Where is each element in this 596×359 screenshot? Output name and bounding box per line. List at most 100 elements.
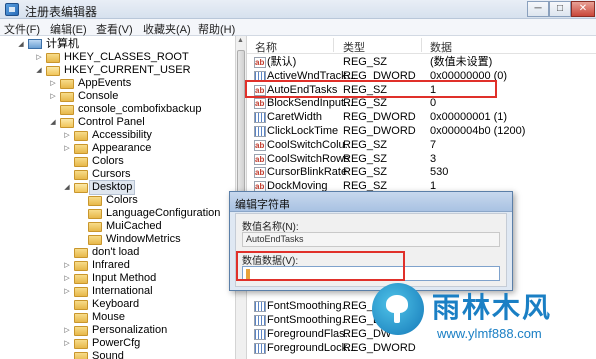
- folder-icon: [74, 131, 88, 141]
- value-type: REG_DWORD: [343, 125, 416, 137]
- tree-item-label: LanguageConfiguration: [106, 207, 221, 219]
- tree-item-label: WindowMetrics: [106, 233, 181, 245]
- value-type: REG_SZ: [343, 166, 388, 179]
- column-type[interactable]: 类型: [343, 39, 365, 55]
- expand-arrow-icon[interactable]: ▷: [48, 90, 58, 103]
- expand-arrow-icon[interactable]: ▷: [34, 51, 44, 64]
- folder-icon: [88, 196, 102, 206]
- dword-value-icon: [254, 301, 266, 312]
- menu-edit[interactable]: 编辑(E): [50, 21, 87, 37]
- value-name-label: 数值名称(N):: [242, 222, 299, 233]
- watermark-url: www.ylmf888.com: [437, 326, 542, 341]
- value-data: 530: [430, 166, 449, 179]
- value-data: 7: [430, 138, 437, 151]
- collapse-arrow-icon[interactable]: ◢: [16, 38, 26, 51]
- value-type: REG_DWORD: [343, 111, 416, 124]
- folder-icon: [88, 222, 102, 232]
- highlight-autoendtasks: [245, 80, 497, 98]
- value-type: REG_SZ: [343, 152, 388, 165]
- registry-tree[interactable]: ◢ 计算机 ▷ HKEY_CLASSES_ROOT ◢ HKEY_CURRENT_USER…: [0, 36, 235, 359]
- menu-view[interactable]: 查看(V): [96, 21, 133, 37]
- value-type: REG_SZ: [343, 56, 388, 68]
- value-row[interactable]: ClickLockTime REG_DWORD 0x000004b0 (1200): [247, 125, 596, 138]
- dword-value-icon: [254, 315, 266, 326]
- tree-item-label: HKEY_CURRENT_USER: [64, 64, 191, 76]
- value-type: REG_DWORD: [343, 342, 416, 354]
- regedit-icon: [5, 3, 19, 16]
- value-data: 0x000004b0 (1200): [430, 125, 526, 137]
- minimize-button[interactable]: ─: [527, 1, 549, 17]
- expand-arrow-icon[interactable]: ▷: [62, 272, 72, 285]
- column-data[interactable]: 数据: [430, 39, 452, 55]
- folder-icon: [46, 66, 60, 76]
- value-row[interactable]: CursorBlinkRateREG_SZ530: [247, 166, 596, 179]
- dword-value-icon: [254, 343, 266, 354]
- column-divider[interactable]: [421, 38, 422, 52]
- scroll-up-icon[interactable]: ▲: [237, 37, 244, 44]
- value-row[interactable]: BlockSendInput...REG_SZ0: [247, 97, 596, 110]
- column-name[interactable]: 名称: [255, 39, 277, 55]
- tree-item-label: Input Method: [92, 272, 157, 284]
- folder-icon: [60, 79, 74, 89]
- tree-item-label: MuiCached: [106, 220, 162, 232]
- tree-item-label: Console: [78, 90, 119, 102]
- menu-favorites[interactable]: 收藏夹(A): [143, 21, 191, 37]
- window-title: 注册表编辑器: [25, 5, 98, 19]
- expand-arrow-icon[interactable]: ▷: [62, 285, 72, 298]
- string-value-icon: [254, 153, 266, 166]
- value-row[interactable]: (默认)REG_SZ(数值未设置): [247, 56, 596, 69]
- tree-item-label: Accessibility: [92, 129, 152, 141]
- folder-icon: [60, 118, 74, 128]
- value-row[interactable]: ForegroundFlas... REG_DW: [247, 328, 596, 341]
- menu-help[interactable]: 帮助(H): [198, 21, 235, 37]
- expand-arrow-icon[interactable]: ▷: [48, 77, 58, 90]
- expand-arrow-icon[interactable]: ▷: [62, 259, 72, 272]
- folder-icon: [74, 170, 88, 180]
- collapse-arrow-icon[interactable]: ◢: [34, 64, 44, 77]
- tree-item-label: AppEvents: [78, 77, 132, 89]
- menu-file[interactable]: 文件(F): [4, 21, 40, 37]
- column-divider[interactable]: [333, 38, 334, 52]
- collapse-arrow-icon[interactable]: ◢: [48, 116, 58, 129]
- collapse-arrow-icon[interactable]: ◢: [62, 181, 72, 194]
- scroll-thumb[interactable]: [237, 50, 245, 210]
- value-row[interactable]: CaretWidth REG_DWORD 0x00000001 (1): [247, 111, 596, 124]
- tree-item-label: don't load: [92, 246, 140, 258]
- tree-item-label: Mouse: [92, 311, 126, 323]
- expand-arrow-icon[interactable]: ▷: [62, 129, 72, 142]
- tree-item-label: Keyboard: [92, 298, 140, 310]
- expand-arrow-icon[interactable]: ▷: [62, 324, 72, 337]
- tree-item-label: Colors: [92, 155, 124, 167]
- menu-bar: 文件(F) 编辑(E) 查看(V) 收藏夹(A) 帮助(H): [0, 19, 596, 36]
- folder-icon: [74, 300, 88, 310]
- folder-icon: [74, 261, 88, 271]
- title-bar: 注册表编辑器 ─ □ ✕: [0, 0, 596, 19]
- expand-arrow-icon[interactable]: ▷: [62, 142, 72, 155]
- tree-item-label: Personalization: [92, 324, 168, 336]
- folder-icon: [46, 53, 60, 63]
- tree-item-label: 计算机: [46, 38, 79, 50]
- value-data: 0x00000001 (1): [430, 111, 508, 124]
- value-type: REG_SZ: [343, 138, 388, 151]
- watermark-title: 雨林木风: [432, 292, 553, 323]
- folder-icon: [74, 274, 88, 284]
- folder-icon: [74, 144, 88, 154]
- value-row[interactable]: CoolSwitchColu...REG_SZ7: [247, 139, 596, 152]
- tree-item-label: PowerCfg: [92, 337, 141, 349]
- value-data: 3: [430, 152, 437, 165]
- close-button[interactable]: ✕: [571, 1, 595, 17]
- maximize-button[interactable]: □: [549, 1, 571, 17]
- dword-value-icon: [254, 126, 266, 137]
- folder-icon: [74, 339, 88, 349]
- folder-icon: [60, 92, 74, 102]
- dialog-title: 编辑字符串: [235, 199, 290, 211]
- expand-arrow-icon[interactable]: ▷: [62, 337, 72, 350]
- string-value-icon: [254, 97, 266, 110]
- value-row[interactable]: ForegroundLock... REG_DWORD: [247, 342, 596, 355]
- dialog-title-bar[interactable]: 编辑字符串: [230, 192, 512, 212]
- folder-icon: [74, 183, 88, 193]
- highlight-value-data: [236, 251, 405, 281]
- value-row[interactable]: CoolSwitchRowsREG_SZ3: [247, 153, 596, 166]
- computer-icon: [28, 39, 42, 49]
- folder-icon: [74, 326, 88, 336]
